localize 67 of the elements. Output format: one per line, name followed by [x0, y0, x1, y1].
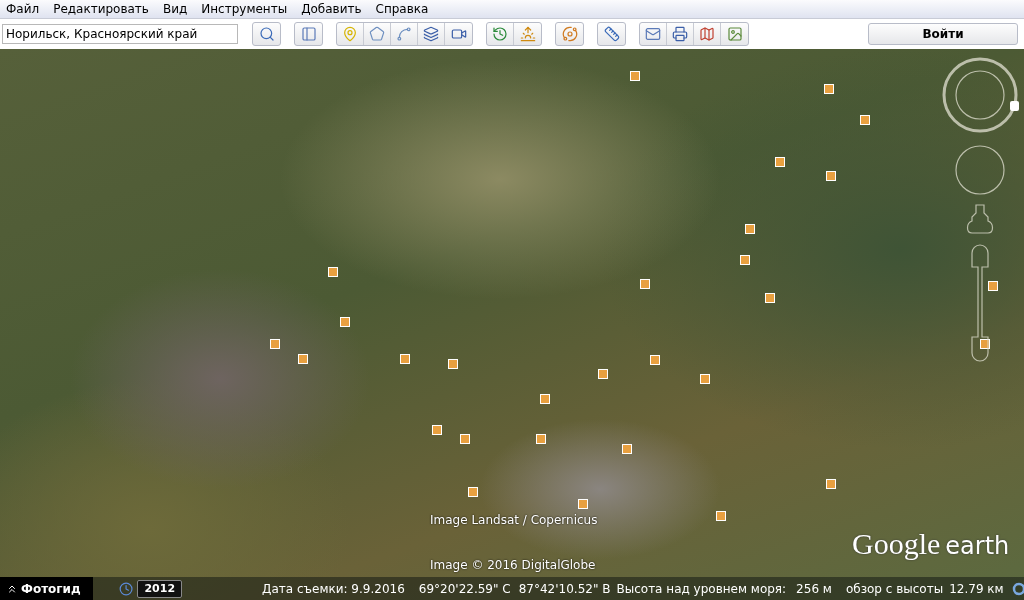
attribution-text: Image © 2016 DigitalGlobe — [430, 558, 596, 572]
image-icon — [726, 26, 743, 42]
elevation-text: 256 м — [796, 581, 832, 596]
photo-marker-icon[interactable] — [328, 267, 338, 277]
attribution-text: Image Landsat / Copernicus — [430, 513, 598, 527]
login-button[interactable]: Войти — [868, 23, 1018, 45]
photo-marker-icon[interactable] — [826, 479, 836, 489]
photo-marker-icon[interactable] — [540, 394, 550, 404]
menu-item[interactable]: Вид — [156, 2, 196, 16]
loading-ring-icon — [1011, 581, 1024, 596]
overlay-icon — [423, 26, 439, 42]
year-button[interactable]: 2012 — [137, 579, 183, 598]
longitude-text: 87°42'10.52" В — [518, 581, 611, 596]
photo-marker-icon[interactable] — [298, 354, 308, 364]
eye-altitude-text: 12.79 км — [949, 581, 1004, 596]
photo-marker-icon[interactable] — [598, 369, 608, 379]
path-icon — [396, 26, 412, 42]
photo-marker-icon[interactable] — [270, 339, 280, 349]
photo-marker-icon[interactable] — [775, 157, 785, 167]
photo-marker-icon[interactable] — [860, 115, 870, 125]
search-field[interactable]: Норильск, Красноярский край — [2, 24, 238, 44]
photo-marker-icon[interactable] — [700, 374, 710, 384]
photo-marker-icon[interactable] — [460, 434, 470, 444]
photo-marker-icon[interactable] — [448, 359, 458, 369]
sidebar-icon — [300, 26, 317, 42]
photo-marker-icon[interactable] — [740, 255, 750, 265]
photo-marker-icon[interactable] — [340, 317, 350, 327]
envelope-icon — [645, 26, 661, 42]
planet-icon — [561, 26, 578, 42]
map-icon — [699, 26, 715, 42]
menu-item[interactable]: Справка — [369, 2, 437, 16]
clock-icon — [492, 26, 508, 42]
video-camera-icon — [450, 26, 467, 42]
photo-marker-icon[interactable] — [622, 444, 632, 454]
photo-marker-icon[interactable] — [716, 511, 726, 521]
photo-marker-icon[interactable] — [988, 281, 998, 291]
menu-item[interactable]: Файл — [0, 2, 48, 16]
logo-text: Google — [852, 527, 941, 561]
photo-marker-icon[interactable] — [630, 71, 640, 81]
photo-marker-icon[interactable] — [765, 293, 775, 303]
pushpin-icon — [342, 26, 358, 42]
ruler-icon — [603, 26, 620, 42]
photo-marker-icon[interactable] — [640, 279, 650, 289]
search-icon — [258, 26, 275, 42]
printer-icon — [672, 26, 688, 42]
photo-marker-icon[interactable] — [650, 355, 660, 365]
menu-item[interactable]: Редактировать — [47, 2, 157, 16]
photo-marker-icon[interactable] — [745, 224, 755, 234]
photo-marker-icon[interactable] — [824, 84, 834, 94]
eye-altitude-label: обзор с высоты — [845, 581, 944, 596]
photo-marker-icon[interactable] — [826, 171, 836, 181]
photo-marker-icon[interactable] — [432, 425, 442, 435]
photo-marker-icon[interactable] — [400, 354, 410, 364]
photo-marker-icon[interactable] — [468, 487, 478, 497]
photo-marker-icon[interactable] — [536, 434, 546, 444]
sunrise-icon — [519, 26, 536, 42]
polygon-icon — [369, 26, 385, 42]
photo-guide-button[interactable]: Фотогид — [0, 577, 94, 600]
photo-marker-icon[interactable] — [980, 339, 990, 349]
menu-item[interactable]: Добавить — [295, 2, 370, 16]
latitude-text: 69°20'22.59" С — [418, 581, 511, 596]
logo-text: earth — [945, 532, 1010, 560]
capture-date-text: Дата съемки: 9.9.2016 — [262, 581, 405, 596]
elevation-label: Высота над уровнем моря: — [616, 581, 787, 596]
menu-item[interactable]: Инструменты — [195, 2, 296, 16]
photo-marker-icon[interactable] — [578, 499, 588, 509]
clock-icon[interactable] — [119, 580, 134, 597]
